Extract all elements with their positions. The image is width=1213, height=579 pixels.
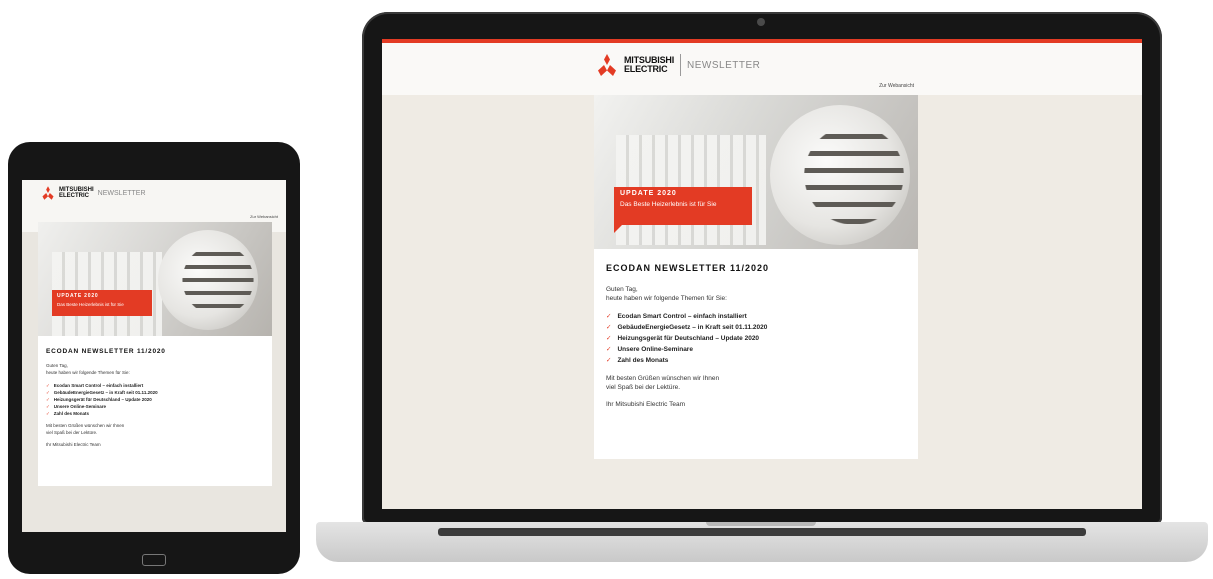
topic-list: ✓ Ecodan Smart Control – einfach installi… <box>606 311 906 366</box>
thermostat-illustration <box>770 105 910 245</box>
home-button[interactable] <box>142 554 166 566</box>
update-badge: UPDATE 2020 Das Beste Heizerlebnis ist f… <box>614 187 752 225</box>
brand-name: MITSUBISHI ELECTRIC <box>624 55 675 74</box>
web-view-link[interactable]: Zur Webansicht <box>250 214 278 219</box>
tablet-screen: MITSUBISHI ELECTRIC NEWSLETTER Zur Webans… <box>22 180 286 532</box>
update-badge: UPDATE 2020 Das Beste Heizerlebnis ist f… <box>52 290 152 316</box>
newsletter-card: ECODAN NEWSLETTER 11/2020 Guten Tag, heu… <box>38 336 272 486</box>
topic-item[interactable]: ✓ GebäudeEnergieGesetz – in Kraft seit 01… <box>606 322 906 333</box>
topic-item[interactable]: ✓ Ecodan Smart Control – einfach installi… <box>46 382 264 389</box>
topic-item[interactable]: ✓ Unsere Online-Seminare <box>46 403 264 410</box>
closing-line-2: viel Spaß bei der Lektüre. <box>606 384 681 391</box>
intro: heute haben wir folgende Themen für Sie: <box>606 295 727 302</box>
newsletter-header: MITSUBISHI ELECTRIC NEWSLETTER <box>382 43 1142 95</box>
camera-icon <box>757 18 765 26</box>
check-icon: ✓ <box>46 383 50 388</box>
check-icon: ✓ <box>46 411 50 416</box>
intro: heute haben wir folgende Themen für Sie: <box>46 369 130 375</box>
topic-item[interactable]: ✓ Heizungsgerät für Deutschland – Update … <box>46 396 264 403</box>
topic-list: ✓ Ecodan Smart Control – einfach installi… <box>46 382 264 417</box>
divider <box>680 54 682 76</box>
check-icon: ✓ <box>606 346 612 353</box>
newsletter-label: NEWSLETTER <box>687 59 761 71</box>
newsletter-title: ECODAN NEWSLETTER 11/2020 <box>606 263 770 273</box>
check-icon: ✓ <box>46 397 50 402</box>
laptop: MITSUBISHI ELECTRIC NEWSLETTER Zur Webans… <box>362 12 1162 524</box>
laptop-screen: MITSUBISHI ELECTRIC NEWSLETTER Zur Webans… <box>382 39 1142 509</box>
laptop-notch <box>706 522 816 526</box>
hero-image: UPDATE 2020 Das Beste Heizerlebnis ist f… <box>594 95 918 249</box>
thermostat-illustration <box>158 230 258 330</box>
web-view-link[interactable]: Zur Webansicht <box>879 83 914 89</box>
mitsubishi-logo-icon <box>598 54 616 76</box>
newsletter-title: ECODAN NEWSLETTER 11/2020 <box>46 348 166 355</box>
newsletter-label: NEWSLETTER <box>97 189 146 197</box>
topic-item[interactable]: ✓ Zahl des Monats <box>46 410 264 417</box>
mitsubishi-logo-icon <box>42 186 54 200</box>
brand-logo[interactable]: MITSUBISHI ELECTRIC NEWSLETTER <box>594 54 760 76</box>
newsletter-card: ECODAN NEWSLETTER 11/2020 Guten Tag, heu… <box>594 249 918 459</box>
check-icon: ✓ <box>46 390 50 395</box>
brand-name: MITSUBISHI ELECTRIC <box>59 187 94 199</box>
closing-line-2: viel Spaß bei der Lektüre. <box>46 429 98 435</box>
check-icon: ✓ <box>46 404 50 409</box>
topic-item[interactable]: ✓ Unsere Online-Seminare <box>606 344 906 355</box>
signature: Ihr Mitsubishi Electric Team <box>606 401 685 408</box>
check-icon: ✓ <box>606 335 612 342</box>
hero-image: UPDATE 2020 Das Beste Heizerlebnis ist f… <box>38 222 272 336</box>
topic-item[interactable]: ✓ Heizungsgerät für Deutschland – Update … <box>606 333 906 344</box>
check-icon: ✓ <box>606 313 612 320</box>
badge-tail <box>614 225 622 233</box>
keyboard-edge <box>438 528 1086 536</box>
laptop-base <box>316 522 1208 562</box>
closing-line-1: Mit besten Grüßen wünschen wir Ihnen <box>606 375 720 382</box>
topic-item[interactable]: ✓ Zahl des Monats <box>606 355 906 366</box>
signature: Ihr Mitsubishi Electric Team <box>46 442 101 447</box>
greeting: Guten Tag, <box>606 286 638 293</box>
check-icon: ✓ <box>606 357 612 364</box>
topic-item[interactable]: ✓ Ecodan Smart Control – einfach installi… <box>606 311 906 322</box>
topic-item[interactable]: ✓ GebäudeEnergieGesetz – in Kraft seit 01… <box>46 389 264 396</box>
tablet: MITSUBISHI ELECTRIC NEWSLETTER Zur Webans… <box>8 142 300 574</box>
brand-logo[interactable]: MITSUBISHI ELECTRIC NEWSLETTER <box>40 186 146 200</box>
check-icon: ✓ <box>606 324 612 331</box>
